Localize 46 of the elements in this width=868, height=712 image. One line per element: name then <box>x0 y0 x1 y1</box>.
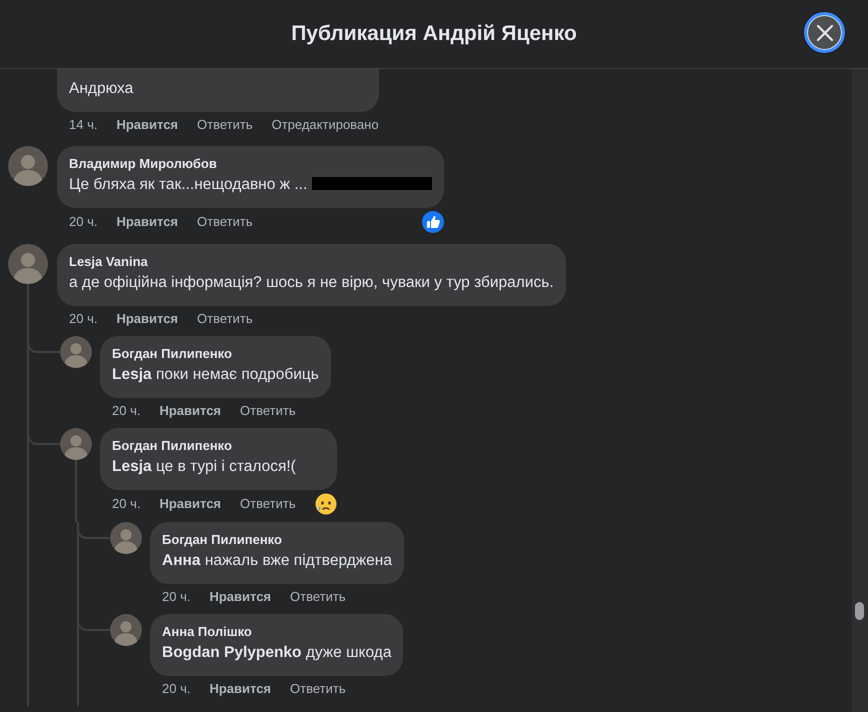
reply-link[interactable]: Ответить <box>197 212 253 232</box>
author-name[interactable]: Анна Полішко <box>162 623 392 641</box>
reply-link[interactable]: Ответить <box>240 401 296 421</box>
like-link[interactable]: Нравится <box>159 494 222 514</box>
avatar[interactable] <box>8 146 48 186</box>
author-name[interactable]: Владимир Миролюбов <box>69 155 432 173</box>
author-name[interactable]: Lesja Vanina <box>69 253 554 271</box>
author-name[interactable]: Богдан Пилипенко <box>112 345 319 363</box>
reply-link[interactable]: Ответить <box>290 679 346 699</box>
scrollbar-thumb[interactable] <box>855 602 864 620</box>
reply-link[interactable]: Ответить <box>290 587 346 607</box>
comment-text: Bogdan Pylypenko дуже шкода <box>162 643 392 663</box>
avatar[interactable] <box>8 244 48 284</box>
like-link[interactable]: Нравится <box>116 212 178 232</box>
close-button[interactable] <box>804 12 845 53</box>
like-link[interactable]: Нравится <box>116 309 178 329</box>
reply-link[interactable]: Ответить <box>240 494 296 514</box>
comment-text: Lesja це в турі і сталося!( <box>112 457 297 477</box>
scrollbar[interactable] <box>852 69 868 712</box>
close-icon <box>816 24 834 42</box>
timestamp[interactable]: 20 ч. <box>112 494 140 514</box>
like-link[interactable]: Нравится <box>209 587 272 607</box>
avatar[interactable] <box>60 336 92 368</box>
avatar[interactable] <box>60 428 92 460</box>
timestamp[interactable]: 20 ч. <box>69 212 98 232</box>
comment-text: Це бляха як так...нещодавно ж ... <box>69 173 432 197</box>
comment-text: Андрюха <box>69 79 134 99</box>
avatar[interactable] <box>110 614 142 646</box>
reply-link[interactable]: Ответить <box>197 115 253 135</box>
comment-text: Lesja поки немає подробиць <box>112 365 319 385</box>
reply-link[interactable]: Ответить <box>197 309 253 329</box>
author-name[interactable]: Богдан Пилипенко <box>112 437 325 455</box>
like-link[interactable]: Нравится <box>209 679 272 699</box>
comment-text: а де офіційна інформація? шось я не вірю, чуваки у тур збирались. <box>69 273 554 293</box>
timestamp[interactable]: 20 ч. <box>69 309 98 329</box>
avatar[interactable] <box>110 522 142 554</box>
author-name[interactable]: Богдан Пилипенко <box>162 531 392 549</box>
like-link[interactable]: Нравится <box>116 115 178 135</box>
timestamp[interactable]: 20 ч. <box>112 401 140 421</box>
like-link[interactable]: Нравится <box>159 401 222 421</box>
post-title: Публикация Андрій Яценко <box>291 21 577 48</box>
timestamp[interactable]: 20 ч. <box>162 679 190 699</box>
timestamp[interactable]: 20 ч. <box>162 587 190 607</box>
comment-text: Анна нажаль вже підтверджена <box>162 551 392 571</box>
edited-label: Отредактировано <box>272 116 379 134</box>
timestamp[interactable]: 14 ч. <box>69 115 98 135</box>
